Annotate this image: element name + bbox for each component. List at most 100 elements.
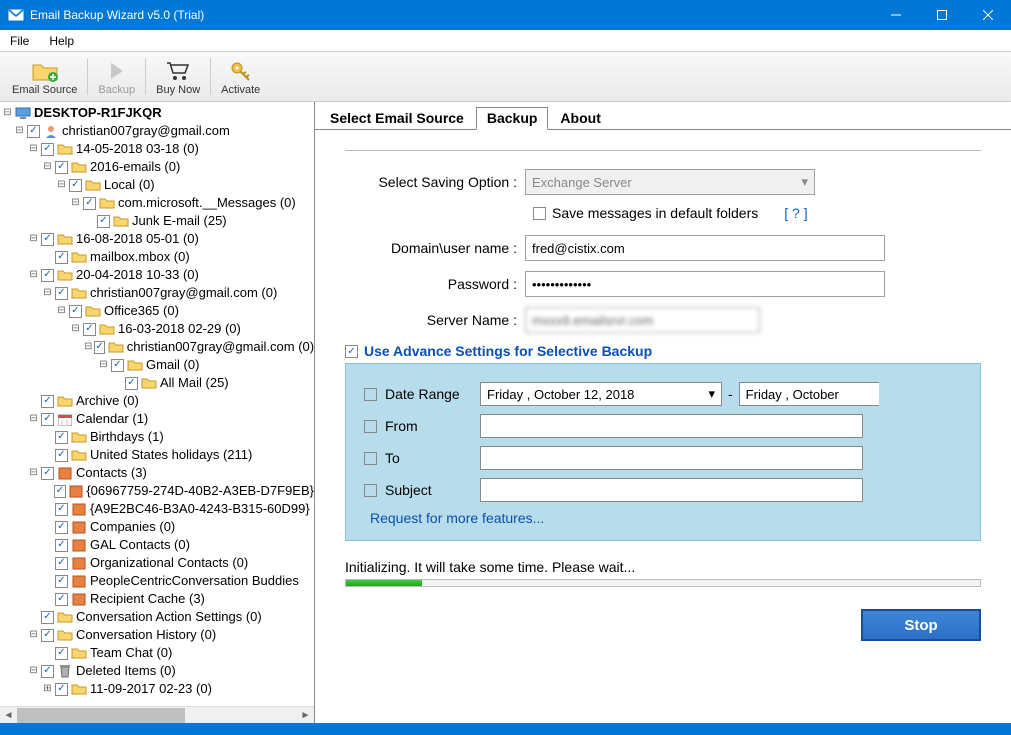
tree-item[interactable]: GAL Contacts (0) xyxy=(90,536,190,554)
tree-item[interactable]: christian007gray@gmail.com xyxy=(62,122,230,140)
tree-item[interactable]: christian007gray@gmail.com (0) xyxy=(127,338,314,356)
computer-icon xyxy=(15,106,31,120)
tree-item[interactable]: PeopleCentricConversation Buddies xyxy=(90,572,299,590)
maximize-button[interactable] xyxy=(919,0,965,30)
tree-item[interactable]: Contacts (3) xyxy=(76,464,147,482)
tree-item[interactable]: Office365 (0) xyxy=(104,302,179,320)
tree-item[interactable]: com.microsoft.__Messages (0) xyxy=(118,194,296,212)
tree-item[interactable]: 20-04-2018 10-33 (0) xyxy=(76,266,199,284)
subject-checkbox[interactable] xyxy=(364,484,377,497)
tree-item[interactable]: 14-05-2018 03-18 (0) xyxy=(76,140,199,158)
from-label: From xyxy=(385,418,480,434)
calendar-icon xyxy=(57,412,73,426)
chevron-down-icon: ▾ xyxy=(708,386,715,402)
tabbar: Select Email Source Backup About xyxy=(315,106,1011,130)
from-checkbox[interactable] xyxy=(364,420,377,433)
buy-now-label: Buy Now xyxy=(156,84,200,96)
tree-item[interactable]: {06967759-274D-40B2-A3EB-D7F9EB} xyxy=(86,482,314,500)
status-text: Initializing. It will take some time. Pl… xyxy=(345,559,981,575)
tree-item[interactable]: Gmail (0) xyxy=(146,356,199,374)
date-range-label: Date Range xyxy=(385,386,480,402)
tree-checkbox[interactable] xyxy=(27,125,40,138)
person-icon xyxy=(43,124,59,138)
menu-file[interactable]: File xyxy=(0,31,39,51)
tree-item[interactable]: 16-08-2018 05-01 (0) xyxy=(76,230,199,248)
tree-item[interactable]: United States holidays (211) xyxy=(90,446,252,464)
saving-option-combo[interactable]: Exchange Server ▾ xyxy=(525,169,815,195)
tree-item[interactable]: Conversation Action Settings (0) xyxy=(76,608,262,626)
to-label: To xyxy=(385,450,480,466)
domain-input[interactable] xyxy=(525,235,885,261)
toolbar: Email Source Backup Buy Now Activate xyxy=(0,52,1011,102)
tab-select-email-source[interactable]: Select Email Source xyxy=(319,107,475,130)
tree-item[interactable]: 16-03-2018 02-29 (0) xyxy=(118,320,241,338)
tree-item[interactable]: Calendar (1) xyxy=(76,410,148,428)
password-input[interactable] xyxy=(525,271,885,297)
activate-button[interactable]: Activate xyxy=(213,54,268,99)
menu-help[interactable]: Help xyxy=(39,31,84,51)
tree-item[interactable]: mailbox.mbox (0) xyxy=(90,248,190,266)
advance-settings-checkbox[interactable] xyxy=(345,345,358,358)
trash-icon xyxy=(57,664,73,678)
tree-item[interactable]: Recipient Cache (3) xyxy=(90,590,205,608)
tree-item[interactable]: Local (0) xyxy=(104,176,155,194)
email-source-label: Email Source xyxy=(12,84,77,96)
tree-item[interactable]: {A9E2BC46-B3A0-4243-B315-60D99} xyxy=(90,500,310,518)
tree-root[interactable]: DESKTOP-R1FJKQR xyxy=(34,104,162,122)
folder-tree[interactable]: ⊟DESKTOP-R1FJKQR ⊟christian007gray@gmail… xyxy=(0,102,315,723)
tree-item[interactable]: Junk E-mail (25) xyxy=(132,212,227,230)
progress-bar xyxy=(345,579,981,587)
horizontal-scrollbar[interactable]: ◄► xyxy=(0,706,314,723)
date-to-picker[interactable]: Friday , October xyxy=(739,382,879,406)
buy-now-button[interactable]: Buy Now xyxy=(148,54,208,99)
tab-about[interactable]: About xyxy=(549,107,611,130)
tree-item[interactable]: 11-09-2017 02-23 (0) xyxy=(90,680,212,698)
play-icon xyxy=(107,58,127,84)
stop-button[interactable]: Stop xyxy=(861,609,981,641)
tree-item[interactable]: Deleted Items (0) xyxy=(76,662,176,680)
minimize-button[interactable] xyxy=(873,0,919,30)
window-title: Email Backup Wizard v5.0 (Trial) xyxy=(30,8,873,22)
close-button[interactable] xyxy=(965,0,1011,30)
folder-icon xyxy=(57,142,73,156)
request-features-link[interactable]: Request for more features... xyxy=(370,510,962,526)
from-input[interactable] xyxy=(480,414,863,438)
tree-item[interactable]: Birthdays (1) xyxy=(90,428,164,446)
server-label: Server Name : xyxy=(345,312,525,328)
to-input[interactable] xyxy=(480,446,863,470)
menubar: File Help xyxy=(0,30,1011,52)
backup-label: Backup xyxy=(98,84,135,96)
date-range-checkbox[interactable] xyxy=(364,388,377,401)
backup-panel: Select Saving Option : Exchange Server ▾… xyxy=(315,130,1011,723)
advance-settings-title: Use Advance Settings for Selective Backu… xyxy=(364,343,652,359)
save-default-checkbox[interactable] xyxy=(533,207,546,220)
subject-label: Subject xyxy=(385,482,480,498)
titlebar: Email Backup Wizard v5.0 (Trial) xyxy=(0,0,1011,30)
password-label: Password : xyxy=(345,276,525,292)
contacts-icon xyxy=(57,466,73,480)
chevron-down-icon: ▾ xyxy=(801,174,808,190)
tree-item[interactable]: Companies (0) xyxy=(90,518,175,536)
window-controls xyxy=(873,0,1011,30)
tree-item[interactable]: Team Chat (0) xyxy=(90,644,172,662)
tree-item[interactable]: christian007gray@gmail.com (0) xyxy=(90,284,277,302)
key-icon xyxy=(229,58,253,84)
email-source-button[interactable]: Email Source xyxy=(4,54,85,99)
help-link[interactable]: [ ? ] xyxy=(784,205,807,221)
tree-item[interactable]: Archive (0) xyxy=(76,392,139,410)
date-from-picker[interactable]: Friday , October 12, 2018▾ xyxy=(480,382,722,406)
advance-settings-box: Date Range Friday , October 12, 2018▾ - … xyxy=(345,363,981,541)
subject-input[interactable] xyxy=(480,478,863,502)
tree-item[interactable]: All Mail (25) xyxy=(160,374,229,392)
app-icon xyxy=(8,7,24,23)
tab-backup[interactable]: Backup xyxy=(476,107,549,130)
tree-item[interactable]: Organizational Contacts (0) xyxy=(90,554,248,572)
tree-item[interactable]: 2016-emails (0) xyxy=(90,158,180,176)
backup-button[interactable]: Backup xyxy=(90,54,143,99)
folder-plus-icon xyxy=(31,58,59,84)
saving-option-label: Select Saving Option : xyxy=(345,174,525,190)
activate-label: Activate xyxy=(221,84,260,96)
tree-item[interactable]: Conversation History (0) xyxy=(76,626,216,644)
to-checkbox[interactable] xyxy=(364,452,377,465)
server-input[interactable] xyxy=(525,307,760,333)
